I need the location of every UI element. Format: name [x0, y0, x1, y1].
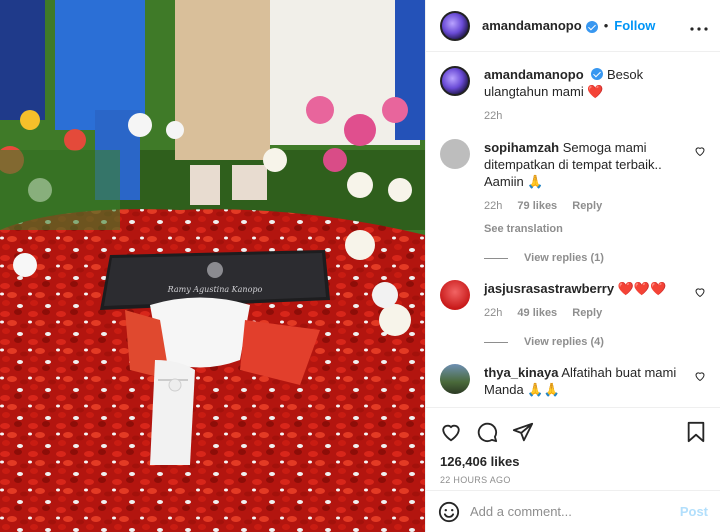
comment-input[interactable]: [470, 504, 680, 519]
verified-badge-icon: [591, 68, 604, 80]
post-detail-panel: amandamanopo • Follow amandamanopo Besok…: [425, 0, 720, 532]
comment-likes[interactable]: 79 likes: [517, 200, 557, 212]
reply-button[interactable]: Reply: [572, 307, 602, 319]
comment-item: thya_kinaya Alfatihah buat mami Manda 🙏🙏: [440, 364, 706, 398]
caption-avatar[interactable]: [440, 66, 470, 96]
comment-icon[interactable]: [476, 421, 498, 443]
like-comment-heart-icon[interactable]: [694, 370, 706, 382]
reply-button[interactable]: Reply: [572, 200, 602, 212]
follow-button[interactable]: Follow: [614, 18, 655, 33]
comment-avatar[interactable]: [440, 139, 470, 169]
like-comment-heart-icon[interactable]: [694, 145, 706, 157]
post-time-ago: 22 HOURS AGO: [440, 475, 511, 485]
comment-emoji: ❤️❤️❤️: [617, 281, 667, 296]
comments-list: amandamanopo Besok ulangtahun mami ❤️ 22…: [426, 52, 720, 407]
bookmark-icon[interactable]: [686, 421, 706, 443]
caption-username[interactable]: amandamanopo: [484, 67, 584, 82]
comment-username[interactable]: sopihamzah: [484, 140, 559, 155]
more-options-icon[interactable]: [690, 15, 708, 36]
like-comment-heart-icon[interactable]: [694, 286, 706, 298]
author-username[interactable]: amandamanopo: [482, 18, 582, 33]
post-actions: 126,406 likes 22 HOURS AGO: [426, 407, 720, 485]
comment-emoji: 🙏🙏: [527, 382, 560, 397]
svg-text:Ramy Agustina Kanopo: Ramy Agustina Kanopo: [167, 285, 263, 294]
see-translation-link[interactable]: See translation: [484, 221, 688, 238]
comment-avatar[interactable]: [440, 364, 470, 394]
comment-time: 22h: [484, 307, 503, 319]
view-replies-button[interactable]: View replies (4): [484, 336, 706, 348]
comment-likes[interactable]: 49 likes: [517, 307, 557, 319]
caption-time: 22h: [484, 110, 503, 122]
comment-item: jasjusrasastrawberry ❤️❤️❤️ 22h 49 likes…: [440, 280, 706, 322]
share-icon[interactable]: [512, 421, 534, 443]
caption-emoji: ❤️: [587, 84, 604, 99]
author-avatar[interactable]: [440, 10, 470, 41]
heart-icon[interactable]: [440, 421, 462, 443]
grave-photo-illustration: Ramy Agustina Kanopo: [0, 0, 425, 532]
verified-badge-icon: [585, 20, 598, 33]
comment-avatar[interactable]: [440, 280, 470, 310]
add-comment-bar: Post: [426, 490, 720, 532]
likes-count[interactable]: 126,406 likes: [440, 454, 706, 469]
post-header: amandamanopo • Follow: [426, 0, 720, 52]
comment-emoji: 🙏: [527, 174, 544, 189]
caption: amandamanopo Besok ulangtahun mami ❤️ 22…: [440, 66, 706, 125]
comment-time: 22h: [484, 200, 503, 212]
view-replies-button[interactable]: View replies (1): [484, 252, 706, 264]
comment-item: sopihamzah Semoga mami ditempatkan di te…: [440, 139, 706, 238]
comment-username[interactable]: thya_kinaya: [484, 365, 558, 380]
post-photo[interactable]: Ramy Agustina Kanopo: [0, 0, 425, 532]
post-comment-button[interactable]: Post: [680, 504, 708, 519]
comment-username[interactable]: jasjusrasastrawberry: [484, 281, 614, 296]
separator-dot: •: [603, 18, 609, 33]
emoji-icon[interactable]: [438, 501, 460, 523]
